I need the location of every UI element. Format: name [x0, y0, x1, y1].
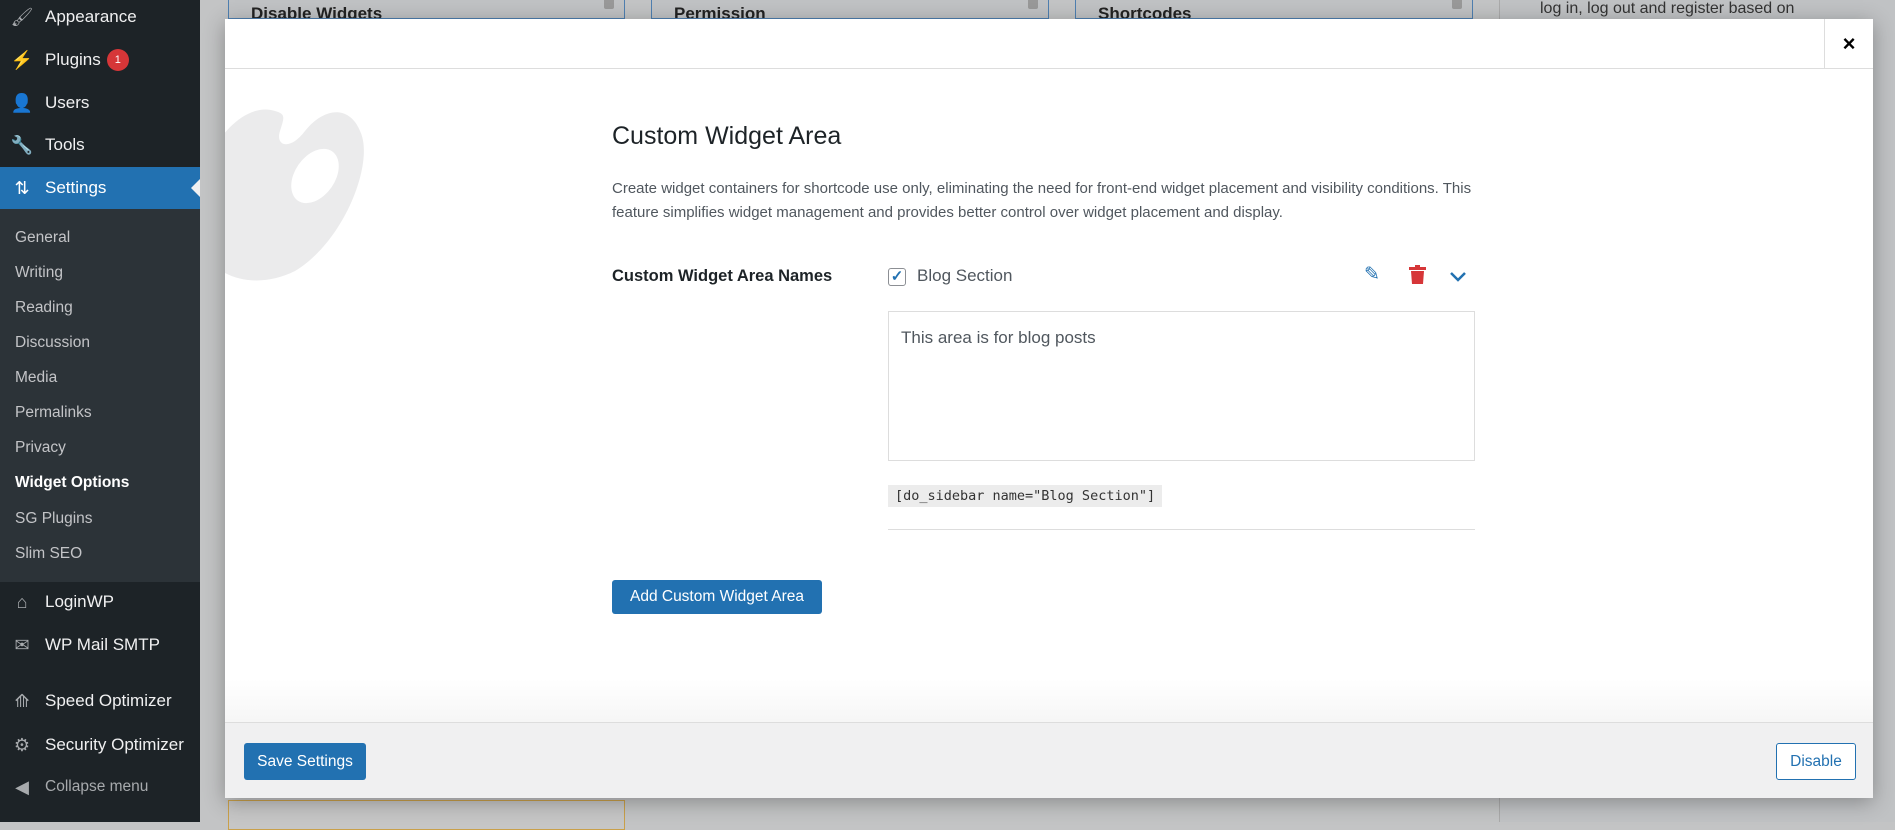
submenu-media[interactable]: Media [15, 369, 57, 387]
chevron-down-icon[interactable] [1449, 267, 1467, 289]
update-badge: 1 [106, 49, 129, 71]
area-checkbox[interactable]: ✓ [888, 268, 906, 286]
bg-card-disable-widgets: Disable Widgets [228, 0, 625, 19]
submenu-reading[interactable]: Reading [15, 299, 73, 317]
close-button[interactable]: × [1824, 19, 1873, 69]
menu-settings[interactable]: ⇅ Settings [0, 167, 200, 209]
submenu-privacy[interactable]: Privacy [15, 439, 66, 457]
submenu-discussion[interactable]: Discussion [15, 334, 90, 352]
menu-tools[interactable]: 🔧 Tools [0, 124, 200, 166]
modal-title: Custom Widget Area [612, 122, 842, 150]
rocket-icon: ⟰ [14, 690, 30, 711]
menu-security-optimizer[interactable]: ⚙ Security Optimizer [0, 724, 200, 766]
submenu-writing[interactable]: Writing [15, 264, 63, 282]
menu-users[interactable]: 👤 Users [0, 82, 200, 124]
lock-icon [1452, 0, 1462, 9]
area-name: Blog Section [917, 266, 1013, 285]
wrench-icon: 🔧 [10, 134, 34, 155]
add-custom-widget-area-button[interactable]: Add Custom Widget Area [612, 580, 822, 614]
collapse-menu-button[interactable]: ◀ Collapse menu [0, 766, 200, 808]
gear-lock-icon: ⚙ [13, 734, 31, 755]
home-icon: ⌂ [16, 591, 28, 612]
submenu-widget-options[interactable]: Widget Options [15, 474, 129, 492]
submenu-permalinks[interactable]: Permalinks [15, 404, 92, 422]
settings-icon: ⇅ [14, 177, 30, 198]
submenu-general[interactable]: General [15, 229, 70, 247]
bg-card-bottom [228, 800, 625, 830]
divider [888, 529, 1475, 530]
menu-loginwp[interactable]: ⌂ LoginWP [0, 581, 200, 623]
menu-speed-optimizer[interactable]: ⟰ Speed Optimizer [0, 680, 200, 722]
edit-pencil-icon[interactable]: ✎ [1364, 263, 1380, 286]
field-label: Custom Widget Area Names [612, 267, 833, 285]
menu-appearance[interactable]: 🖌 Appearance [0, 0, 200, 38]
area-description-textarea[interactable]: This area is for blog posts [888, 311, 1475, 461]
save-settings-button[interactable]: Save Settings [244, 743, 366, 780]
menu-plugins[interactable]: ⚡ Plugins 1 [0, 39, 200, 81]
delete-trash-icon[interactable] [1409, 265, 1426, 290]
shortcode: [do_sidebar name="Blog Section"] [888, 485, 1163, 507]
lock-icon [1028, 0, 1038, 9]
submenu-slim-seo[interactable]: Slim SEO [15, 545, 82, 563]
mail-icon: ✉ [14, 634, 30, 655]
modal-header: × [225, 19, 1873, 69]
lock-icon [604, 0, 614, 9]
settings-submenu: General Writing Reading Discussion Media… [0, 209, 200, 582]
bg-card-permission: Permission [651, 0, 1049, 19]
palette-icon [225, 109, 364, 281]
footer-fade [225, 679, 1873, 722]
menu-wp-mail-smtp[interactable]: ✉ WP Mail SMTP [0, 624, 200, 666]
settings-modal: × Custom Widget Area Create widget conta… [225, 19, 1873, 798]
disable-button[interactable]: Disable [1776, 743, 1856, 780]
plug-icon: ⚡ [10, 49, 34, 70]
paintbrush-icon: 🖌 [10, 6, 34, 27]
submenu-sg-plugins[interactable]: SG Plugins [15, 510, 93, 528]
modal-footer: Save Settings Disable [225, 722, 1873, 798]
modal-description: Create widget containers for shortcode u… [612, 180, 1472, 221]
collapse-arrow-icon: ◀ [15, 776, 29, 797]
bg-card-shortcodes: Shortcodes [1075, 0, 1473, 19]
admin-sidebar: 🖌 Appearance ⚡ Plugins 1 👤 Users 🔧 Tools ⇅ Set… [0, 0, 200, 822]
user-icon: 👤 [10, 92, 34, 113]
